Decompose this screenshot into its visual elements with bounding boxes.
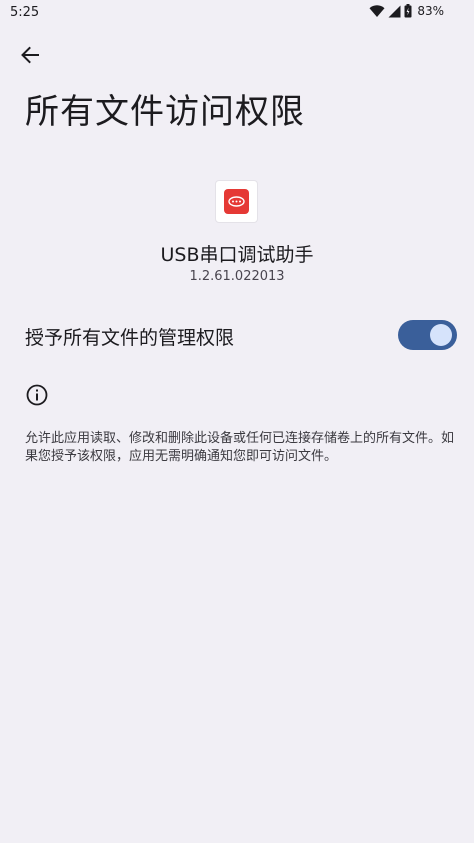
battery-icon [404, 4, 412, 18]
arrow-left-icon [21, 46, 39, 64]
page-title: 所有文件访问权限 [25, 92, 305, 132]
app-name: USB串口调试助手 [160, 244, 314, 266]
app-logo [224, 189, 249, 214]
status-bar: 5:25 83% [0, 0, 474, 26]
back-button[interactable] [12, 40, 48, 70]
wifi-icon [369, 4, 385, 18]
status-time: 5:25 [10, 5, 40, 20]
battery-percentage: 83% [417, 4, 444, 18]
signal-icon [388, 5, 401, 18]
info-icon [26, 384, 48, 406]
permission-toggle[interactable] [398, 320, 457, 350]
status-icons: 83% [369, 4, 444, 18]
app-icon [215, 180, 258, 223]
permission-row[interactable]: 授予所有文件的管理权限 [0, 314, 474, 356]
app-version: 1.2.61.022013 [189, 269, 285, 284]
permission-label: 授予所有文件的管理权限 [25, 327, 235, 349]
toggle-thumb [430, 324, 452, 346]
permission-description: 允许此应用读取、修改和删除此设备或任何已连接存储卷上的所有文件。如果您授予该权限… [25, 431, 455, 464]
screen: 5:25 83% 所有文件访问权限 USB串口调试助手 1.2.61.02201… [0, 0, 474, 843]
